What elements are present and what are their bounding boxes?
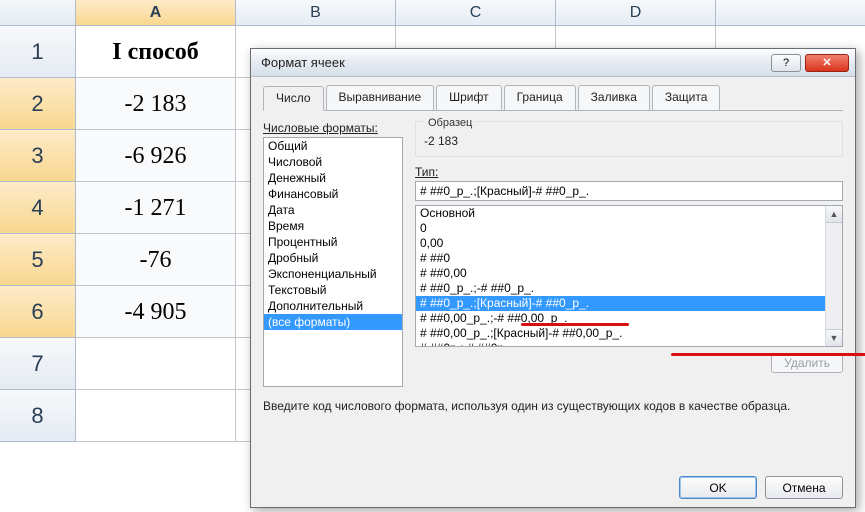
format-hint: Введите код числового формата, используя… [263,399,843,413]
close-icon: ✕ [822,56,831,69]
type-item[interactable]: # ##0_р_.;-# ##0_р_. [416,281,842,296]
format-item[interactable]: Денежный [264,170,402,186]
dialog-title: Формат ячеек [261,55,767,70]
format-item[interactable]: Время [264,218,402,234]
cell-a4[interactable]: -1 271 [76,182,236,234]
row-header[interactable]: 3 [0,130,76,182]
sample-label: Образец [424,117,476,129]
help-icon: ? [783,57,789,69]
type-item[interactable]: # ##0 [416,251,842,266]
tab-0[interactable]: Число [263,86,324,111]
dialog-tabs: ЧислоВыравниваниеШрифтГраницаЗаливкаЗащи… [263,85,843,111]
tab-1[interactable]: Выравнивание [326,85,435,110]
type-label: Тип: [415,165,843,179]
column-header-row: A B C D [0,0,865,26]
col-header-C[interactable]: C [396,0,556,25]
row-header[interactable]: 4 [0,182,76,234]
format-item[interactable]: Текстовый [264,282,402,298]
cell-a1[interactable]: I способ [76,26,236,78]
format-item[interactable]: Дробный [264,250,402,266]
format-cells-dialog: Формат ячеек ? ✕ ЧислоВыравниваниеШрифтГ… [250,48,856,508]
type-item[interactable]: # ##0_р_.;[Красный]-# ##0_р_. [416,296,842,311]
tab-4[interactable]: Заливка [578,85,650,110]
tab-2[interactable]: Шрифт [436,85,501,110]
col-header-A[interactable]: A [76,0,236,25]
type-input[interactable] [415,181,843,201]
type-list-scrollbar[interactable]: ▲ ▼ [825,206,842,346]
row-header[interactable]: 2 [0,78,76,130]
sample-box: Образец -2 183 [415,121,843,157]
cell-a8[interactable] [76,390,236,442]
scroll-down-icon[interactable]: ▼ [826,329,842,346]
scroll-up-icon[interactable]: ▲ [826,206,842,223]
cell-a6[interactable]: -4 905 [76,286,236,338]
cancel-button[interactable]: Отмена [765,476,843,499]
col-header-B[interactable]: B [236,0,396,25]
type-item[interactable]: # ##0,00_р_.;[Красный]-# ##0,00_р_. [416,326,842,341]
type-list[interactable]: Основной00,00# ##0# ##0,00# ##0_р_.;-# #… [415,205,843,347]
cell-a2[interactable]: -2 183 [76,78,236,130]
row-header[interactable]: 6 [0,286,76,338]
format-item[interactable]: Финансовый [264,186,402,202]
row-header[interactable]: 8 [0,390,76,442]
format-item[interactable]: (все форматы) [264,314,402,330]
type-item[interactable]: Основной [416,206,842,221]
formats-label: Числовые форматы: [263,121,403,135]
format-item[interactable]: Процентный [264,234,402,250]
cell-a7[interactable] [76,338,236,390]
format-item[interactable]: Дополнительный [264,298,402,314]
type-item[interactable]: # ##0р.;-# ##0р. [416,341,842,347]
cell-a3[interactable]: -6 926 [76,130,236,182]
dialog-titlebar[interactable]: Формат ячеек ? ✕ [251,49,855,77]
close-button[interactable]: ✕ [805,54,849,72]
select-all-corner[interactable] [0,0,76,25]
col-header-D[interactable]: D [556,0,716,25]
cell-a5[interactable]: -76 [76,234,236,286]
tab-3[interactable]: Граница [504,85,576,110]
annotation-underline-2 [671,353,865,356]
type-item[interactable]: 0 [416,221,842,236]
annotation-underline-1 [521,323,629,326]
format-item[interactable]: Дата [264,202,402,218]
type-item[interactable]: # ##0,00_р_.;-# ##0,00_р_. [416,311,842,326]
delete-button[interactable]: Удалить [771,353,843,373]
row-header[interactable]: 5 [0,234,76,286]
help-button[interactable]: ? [771,54,801,72]
format-item[interactable]: Экспоненциальный [264,266,402,282]
sample-value: -2 183 [424,134,834,148]
type-item[interactable]: 0,00 [416,236,842,251]
row-header[interactable]: 7 [0,338,76,390]
number-formats-list[interactable]: ОбщийЧисловойДенежныйФинансовыйДатаВремя… [263,137,403,387]
type-item[interactable]: # ##0,00 [416,266,842,281]
format-item[interactable]: Числовой [264,154,402,170]
format-item[interactable]: Общий [264,138,402,154]
tab-5[interactable]: Защита [652,85,721,110]
row-header[interactable]: 1 [0,26,76,78]
ok-button[interactable]: OK [679,476,757,499]
